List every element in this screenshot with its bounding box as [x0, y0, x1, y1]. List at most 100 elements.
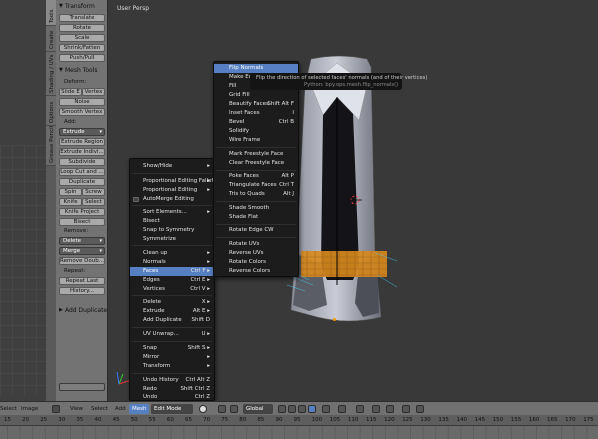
panel-mesh-tools-header[interactable]: ▼ Mesh Tools	[56, 66, 108, 75]
menu-transform[interactable]: Transform ▸	[130, 362, 214, 371]
edge-select-icon[interactable]	[298, 405, 306, 413]
operator-field[interactable]	[59, 383, 105, 391]
menu-poke-faces[interactable]: Poke Faces Alt P	[214, 172, 298, 181]
face-select-icon[interactable]	[308, 405, 316, 413]
extrude-dropdown[interactable]: Extrude	[59, 128, 105, 136]
menu-shade-smooth[interactable]: Shade Smooth	[214, 204, 298, 213]
menu-bevel[interactable]: Bevel Ctrl B	[214, 118, 298, 127]
menu-undo-history[interactable]: Undo History Ctrl Alt Z	[130, 376, 214, 385]
history-button[interactable]: History...	[59, 287, 105, 295]
repeat-last-button[interactable]: Repeat Last	[59, 277, 105, 285]
menu-rotate-edge-cw[interactable]: Rotate Edge CW	[214, 226, 298, 235]
menu-snap[interactable]: Snap Shift S ▸	[130, 344, 214, 353]
uv-select-menu[interactable]: Select	[0, 404, 17, 414]
menu-proportional-editing-falloff[interactable]: Proportional Editing Falloff ▸	[130, 177, 215, 186]
knife-project-button[interactable]: Knife Project	[59, 208, 105, 216]
loop-cut-button[interactable]: Loop Cut and ...	[59, 168, 105, 176]
spin-button[interactable]: Spin	[59, 188, 82, 196]
menu-snap-to-symmetry[interactable]: Snap to Symmetry	[130, 226, 214, 235]
menu-clear-freestyle-face[interactable]: Clear Freestyle Face	[214, 159, 298, 168]
menu-mark-freestyle-face[interactable]: Mark Freestyle Face	[214, 150, 298, 159]
mode-selector[interactable]: Edit Mode	[151, 404, 193, 414]
vertex-button[interactable]: Vertex	[82, 88, 105, 96]
tab-shading-uvs[interactable]: Shading / UVs	[46, 52, 56, 96]
render-icon[interactable]	[402, 405, 410, 413]
select-menu[interactable]: Select	[91, 404, 108, 414]
editor-type-icon[interactable]	[52, 405, 60, 413]
extrude-individual-button[interactable]: Extrude Indivi...	[59, 148, 105, 156]
menu-bisect[interactable]: Bisect	[130, 217, 214, 226]
add-label: Add:	[64, 119, 77, 125]
tab-grease-pencil[interactable]: Grease Pencil	[46, 126, 56, 166]
snap-icon[interactable]	[356, 405, 364, 413]
menu-normals[interactable]: Normals ▸	[130, 258, 214, 267]
tab-options[interactable]: Options	[46, 96, 56, 126]
menu-reverse-colors[interactable]: Reverse Colors	[214, 267, 298, 276]
shrink-fatten-button[interactable]: Shrink/Fatten	[59, 44, 105, 52]
proportional-edit-icon[interactable]	[338, 405, 346, 413]
noise-button[interactable]: Noise	[59, 98, 105, 106]
menu-solidify[interactable]: Solidify	[214, 127, 298, 136]
menu-mirror[interactable]: Mirror ▸	[130, 353, 214, 362]
remove-doubles-button[interactable]: Remove Doub...	[59, 257, 105, 265]
knife-button[interactable]: Knife	[59, 198, 82, 206]
pivot-icon[interactable]	[218, 405, 226, 413]
duplicate-button[interactable]: Duplicate	[59, 178, 105, 186]
tab-tools[interactable]: Tools	[46, 0, 56, 26]
mesh-menu-button[interactable]: Mesh	[129, 404, 150, 414]
snap-element-icon[interactable]	[372, 405, 380, 413]
menu-automerge-editing[interactable]: AutoMerge Editing	[130, 195, 214, 204]
menu-clean-up[interactable]: Clean up ▸	[130, 249, 214, 258]
menu-show-hide[interactable]: Show/Hide ▸	[130, 162, 214, 171]
shading-sphere-icon[interactable]	[199, 405, 207, 413]
bisect-button[interactable]: Bisect	[59, 218, 105, 226]
menu-uv-unwrap[interactable]: UV Unwrap... U ▸	[130, 330, 214, 339]
vertex-select-icon[interactable]	[288, 405, 296, 413]
slide-edge-button[interactable]: Slide E	[59, 88, 82, 96]
extrude-region-button[interactable]: Extrude Region	[59, 138, 105, 146]
layer-icon[interactable]	[278, 405, 286, 413]
rotate-button[interactable]: Rotate	[59, 24, 105, 32]
orientation-selector[interactable]: Global	[243, 404, 273, 414]
tab-create[interactable]: Create	[46, 26, 56, 52]
knife-select-button[interactable]: Select	[82, 198, 105, 206]
add-menu[interactable]: Add	[115, 404, 126, 414]
smooth-vertex-button[interactable]: Smooth Vertex	[59, 108, 105, 116]
menu-extrude[interactable]: Extrude Alt E ▸	[130, 307, 214, 316]
panel-add-duplicate-header[interactable]: ▶ Add Duplicate	[56, 306, 108, 315]
screw-button[interactable]: Screw	[82, 188, 105, 196]
menu-tris-to-quads[interactable]: Tris to Quads Alt J	[214, 190, 298, 199]
menu-rotate-uvs[interactable]: Rotate UVs	[214, 240, 298, 249]
view-menu[interactable]: View	[70, 404, 83, 414]
menu-wire-frame[interactable]: Wire Frame	[214, 136, 298, 145]
menu-proportional-editing[interactable]: Proportional Editing ▸	[130, 186, 214, 195]
menu-faces[interactable]: Faces Ctrl F ▸	[130, 267, 214, 276]
menu-rotate-colors[interactable]: Rotate Colors	[214, 258, 298, 267]
timeline-ruler[interactable]: 15 20 25 30 35 40 45 50 55 60 65 70 75 80 85 90 95 100 105…	[0, 415, 598, 439]
manipulator-icon[interactable]	[230, 405, 238, 413]
menu-symmetrize[interactable]: Symmetrize	[130, 235, 214, 244]
delete-dropdown[interactable]: Delete	[59, 237, 105, 245]
menu-reverse-uvs[interactable]: Reverse UVs	[214, 249, 298, 258]
menu-shade-flat[interactable]: Shade Flat	[214, 213, 298, 222]
panel-transform-header[interactable]: ▼ Transform	[56, 2, 108, 11]
merge-dropdown[interactable]: Merge	[59, 247, 105, 255]
subdivide-button[interactable]: Subdivide	[59, 158, 105, 166]
occlude-geometry-icon[interactable]	[322, 405, 330, 413]
menu-vertices[interactable]: Vertices Ctrl V ▸	[130, 285, 214, 294]
menu-triangulate-faces[interactable]: Triangulate Faces Ctrl T	[214, 181, 298, 190]
menu-delete[interactable]: Delete X ▸	[130, 298, 214, 307]
menu-edges[interactable]: Edges Ctrl E ▸	[130, 276, 214, 285]
menu-add-duplicate[interactable]: Add Duplicate Shift D	[130, 316, 214, 325]
scale-button[interactable]: Scale	[59, 34, 105, 42]
menu-sort-elements[interactable]: Sort Elements... ▸	[130, 208, 214, 217]
menu-grid-fill[interactable]: Grid Fill	[214, 91, 298, 100]
menu-inset-faces[interactable]: Inset Faces I	[214, 109, 298, 118]
push-pull-button[interactable]: Push/Pull	[59, 54, 105, 62]
camera-icon[interactable]	[416, 405, 424, 413]
uv-image-menu[interactable]: Image	[21, 404, 38, 414]
translate-button[interactable]: Translate	[59, 14, 105, 22]
menu-flip-normals[interactable]: Flip Normals	[214, 64, 298, 73]
menu-beautify-faces[interactable]: Beautify Faces Shift Alt F	[214, 100, 298, 109]
snap-target-icon[interactable]	[386, 405, 394, 413]
